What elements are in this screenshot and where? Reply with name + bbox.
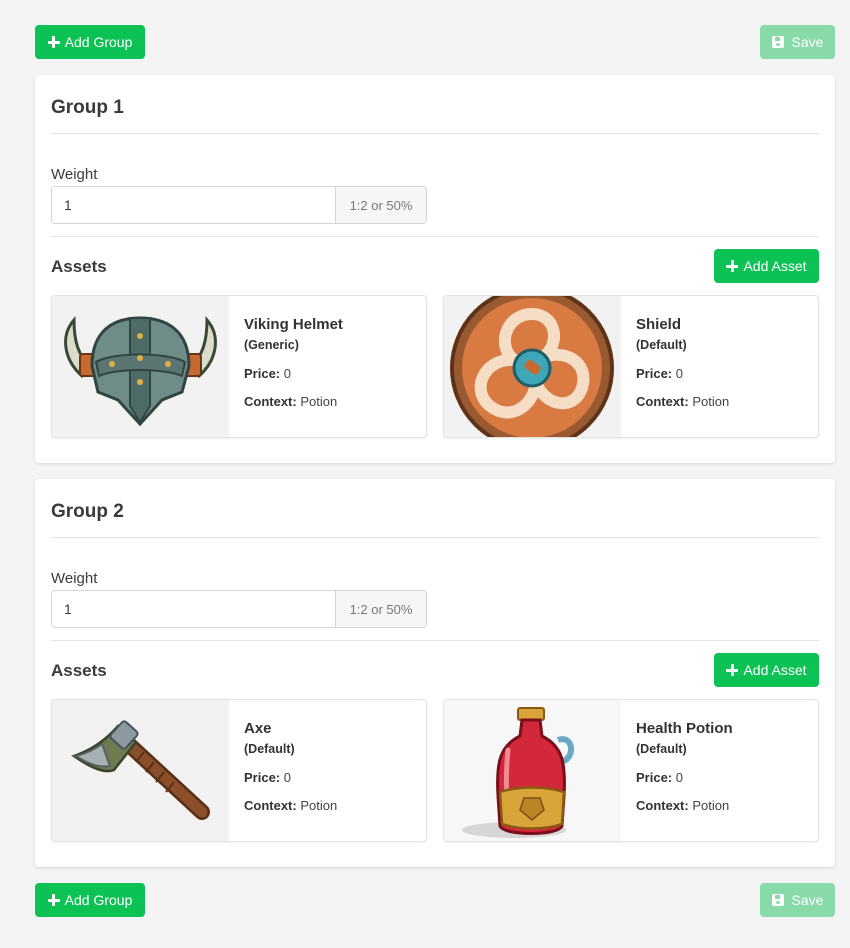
divider bbox=[51, 537, 819, 538]
plus-icon bbox=[47, 36, 60, 48]
weight-hint: 1:2 or 50% bbox=[335, 591, 426, 627]
group-card-2: Group 2 Weight 1:2 or 50% Assets Add Ass… bbox=[35, 479, 835, 867]
assets-label: Assets bbox=[51, 661, 107, 680]
assets-label: Assets bbox=[51, 257, 107, 276]
asset-context: Context: Potion bbox=[244, 394, 338, 409]
floppy-disk-icon bbox=[771, 894, 784, 906]
asset-card[interactable]: Viking Helmet (Generic) Price: 0 Context… bbox=[51, 295, 427, 438]
add-asset-button[interactable]: Add Asset bbox=[714, 249, 819, 283]
asset-card[interactable]: Health Potion (Default) Price: 0 Context… bbox=[443, 699, 819, 842]
add-group-button-bottom[interactable]: Add Group bbox=[35, 883, 145, 917]
health-potion-icon bbox=[444, 700, 621, 841]
plus-icon bbox=[47, 894, 60, 906]
asset-context: Context: Potion bbox=[636, 394, 730, 409]
asset-variant: (Default) bbox=[636, 338, 687, 352]
asset-name: Shield bbox=[636, 316, 682, 333]
add-asset-label: Add Asset bbox=[743, 662, 807, 678]
asset-price: Price: 0 bbox=[244, 770, 291, 785]
asset-context: Context: Potion bbox=[244, 798, 338, 813]
asset-card[interactable]: Axe (Default) Price: 0 Context: Potion bbox=[51, 699, 427, 842]
asset-variant: (Default) bbox=[244, 742, 295, 756]
asset-price: Price: 0 bbox=[636, 366, 683, 381]
weight-input-group: 1:2 or 50% bbox=[51, 186, 427, 224]
asset-card[interactable]: Shield (Default) Price: 0 Context: Potio… bbox=[443, 295, 819, 438]
divider bbox=[51, 640, 819, 641]
group-title: Group 2 bbox=[51, 501, 124, 522]
save-label: Save bbox=[791, 34, 824, 50]
plus-icon bbox=[726, 664, 739, 676]
floppy-disk-icon bbox=[771, 36, 784, 48]
shield-icon bbox=[444, 296, 621, 437]
plus-icon bbox=[726, 260, 739, 272]
weight-input[interactable] bbox=[52, 187, 335, 223]
asset-context: Context: Potion bbox=[636, 798, 730, 813]
weight-label: Weight bbox=[51, 166, 98, 183]
asset-variant: (Default) bbox=[636, 742, 687, 756]
asset-variant: (Generic) bbox=[244, 338, 299, 352]
divider bbox=[51, 236, 819, 237]
group-card-1: Group 1 Weight 1:2 or 50% Assets Add Ass… bbox=[35, 75, 835, 463]
weight-hint: 1:2 or 50% bbox=[335, 187, 426, 223]
viking-helmet-icon bbox=[52, 296, 229, 437]
asset-price: Price: 0 bbox=[244, 366, 291, 381]
weight-label: Weight bbox=[51, 570, 98, 587]
save-button-top[interactable]: Save bbox=[760, 25, 835, 59]
weight-input-group: 1:2 or 50% bbox=[51, 590, 427, 628]
weight-input[interactable] bbox=[52, 591, 335, 627]
asset-name: Axe bbox=[244, 720, 272, 737]
asset-price: Price: 0 bbox=[636, 770, 683, 785]
add-group-label: Add Group bbox=[64, 34, 133, 50]
add-asset-button[interactable]: Add Asset bbox=[714, 653, 819, 687]
add-group-button-top[interactable]: Add Group bbox=[35, 25, 145, 59]
asset-name: Viking Helmet bbox=[244, 316, 343, 333]
add-asset-label: Add Asset bbox=[743, 258, 807, 274]
save-label: Save bbox=[791, 892, 824, 908]
add-group-label: Add Group bbox=[64, 892, 133, 908]
asset-name: Health Potion bbox=[636, 720, 733, 737]
group-title: Group 1 bbox=[51, 97, 124, 118]
save-button-bottom[interactable]: Save bbox=[760, 883, 835, 917]
divider bbox=[51, 133, 819, 134]
axe-icon bbox=[52, 700, 229, 841]
